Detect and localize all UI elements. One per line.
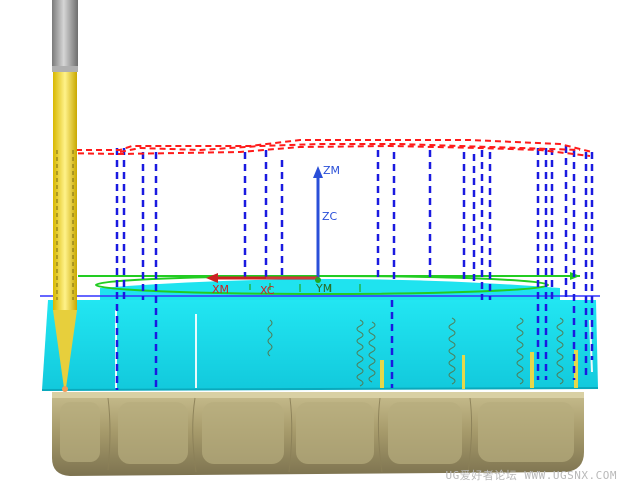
axis-label-xc: XC: [260, 284, 275, 297]
axis-label-zc: ZC: [322, 210, 338, 223]
rapid-moves[interactable]: [56, 139, 593, 157]
axis-label-xm: XM: [212, 283, 229, 296]
wcs-icon: ZM ZC XM XC YM: [206, 164, 340, 297]
graphics-viewport[interactable]: ZM ZC XM XC YM: [0, 0, 625, 489]
workpiece-icon[interactable]: [52, 392, 584, 476]
axis-label-ym: YM: [315, 282, 332, 295]
watermark-text: UG爱好者论坛 WWW.UGSNX.COM: [445, 469, 617, 482]
axis-label-zm: ZM: [323, 164, 340, 177]
